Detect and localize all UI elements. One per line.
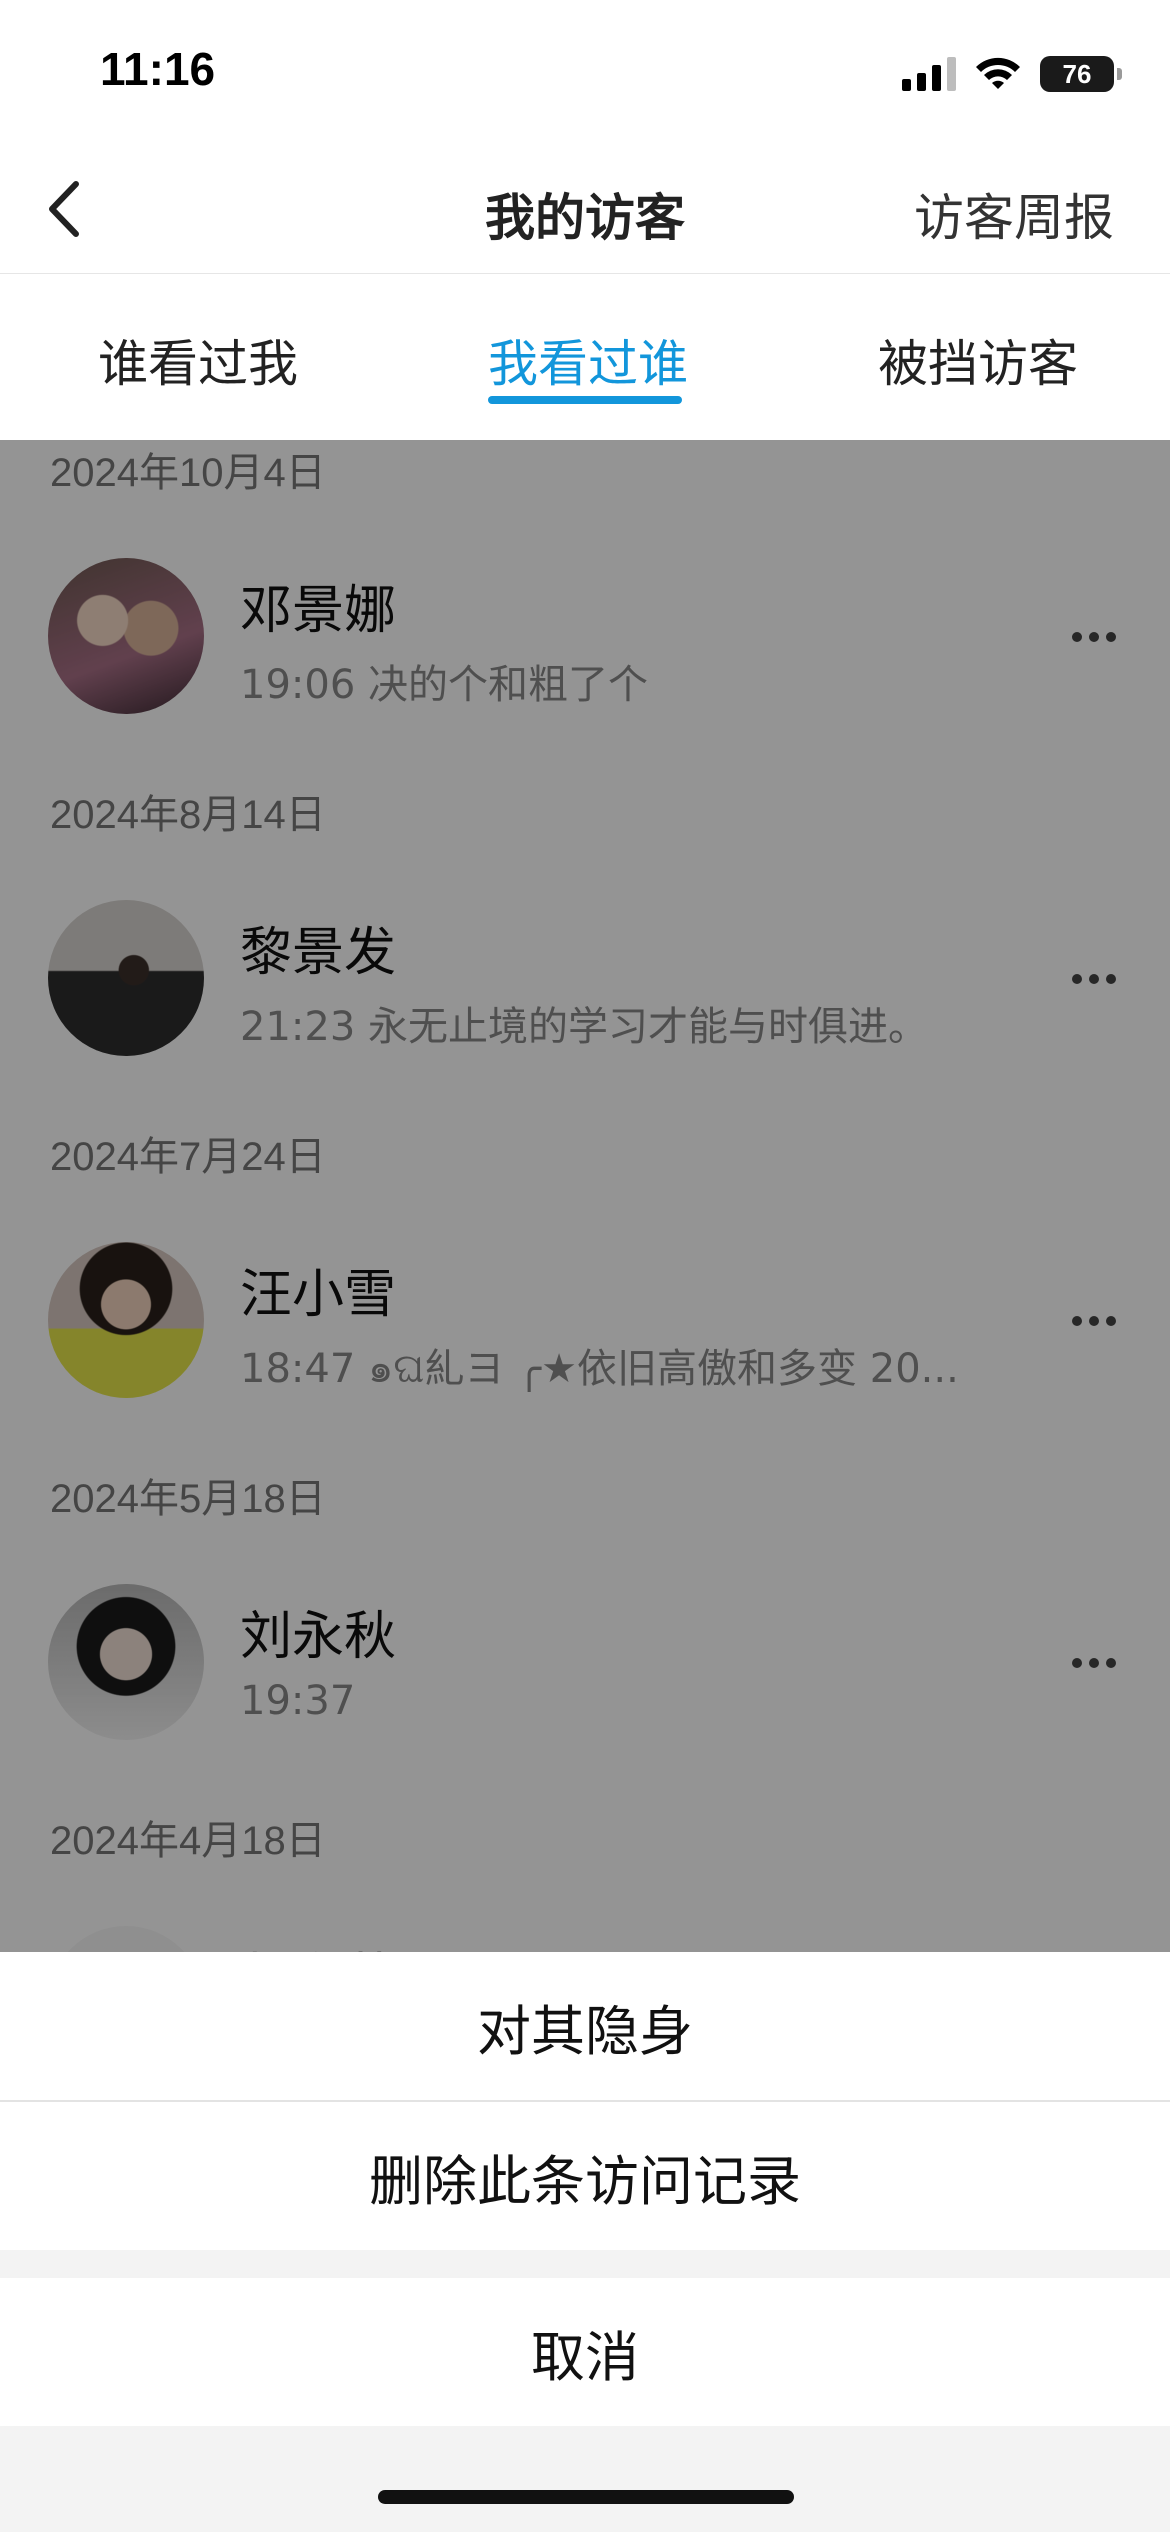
tab-blocked-visitors[interactable]: 被挡访客 <box>878 324 1078 396</box>
wifi-icon <box>976 57 1020 89</box>
tab-who-viewed-me[interactable]: 谁看过我 <box>98 324 298 396</box>
status-bar: 11:16 76 <box>0 0 1170 140</box>
cancel-button[interactable]: 取消 <box>0 2278 1170 2426</box>
tab-who-i-viewed[interactable]: 我看过谁 <box>488 324 688 396</box>
status-icons: 76 <box>902 54 1122 94</box>
delete-record-button[interactable]: 删除此条访问记录 <box>0 2102 1170 2250</box>
action-sheet: 对其隐身 删除此条访问记录 取消 <box>0 1952 1170 2532</box>
home-indicator[interactable] <box>378 2490 794 2504</box>
weekly-report-link[interactable]: 访客周报 <box>914 178 1114 250</box>
status-time: 11:16 <box>100 43 216 95</box>
active-tab-indicator <box>488 396 682 404</box>
modal-backdrop[interactable] <box>0 440 1170 1952</box>
nav-bar: 我的访客 访客周报 <box>0 140 1170 274</box>
visitor-tabs: 谁看过我 我看过谁 被挡访客 <box>0 274 1170 440</box>
signal-icon <box>902 57 956 91</box>
hide-from-user-button[interactable]: 对其隐身 <box>0 1952 1170 2100</box>
battery-icon: 76 <box>1040 56 1122 92</box>
